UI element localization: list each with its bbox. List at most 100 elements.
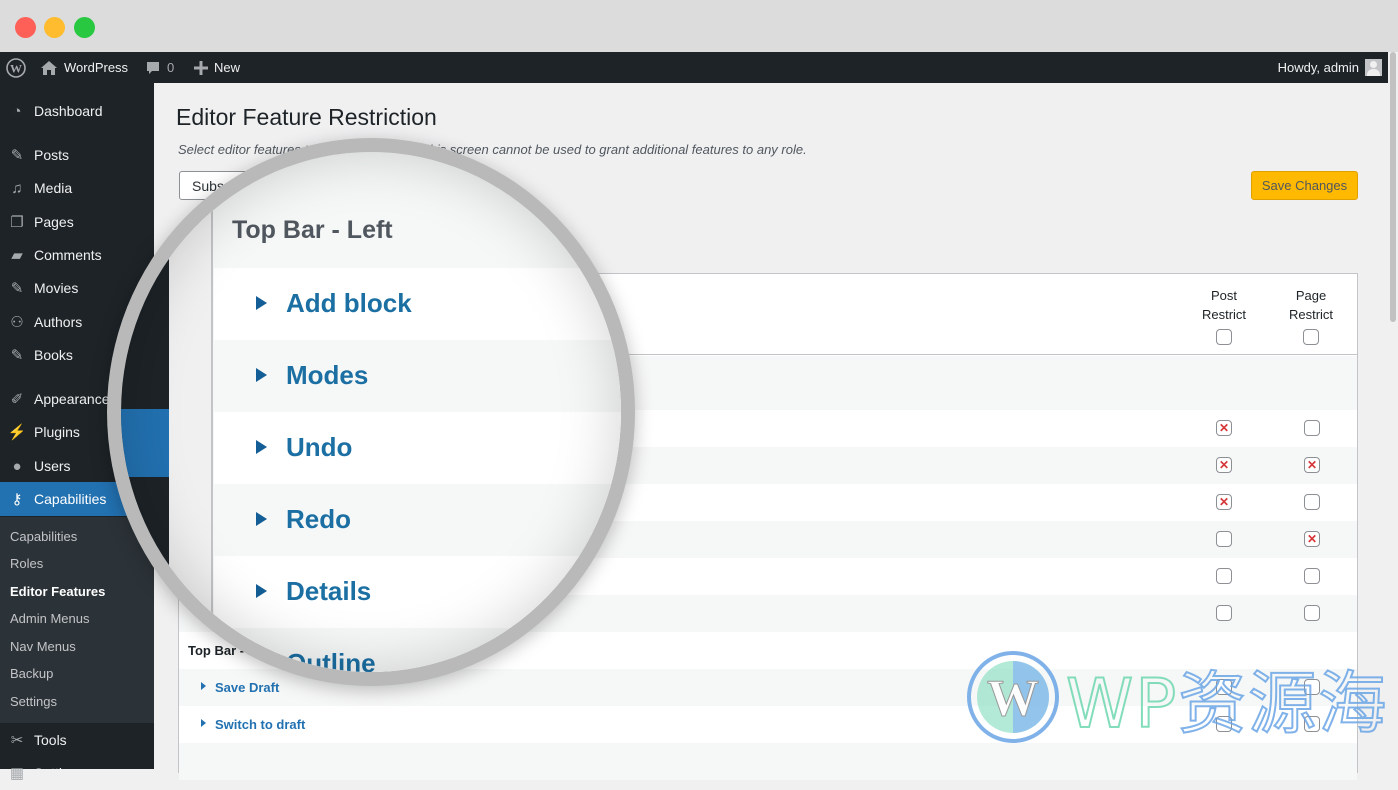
comments-count: 0 (167, 60, 175, 75)
magnified-row: Outline (214, 628, 621, 672)
watermark: W WP资源海 (966, 648, 1388, 747)
sidebar-item-label: Appearance (34, 391, 110, 407)
account-menu[interactable]: Howdy, admin (1278, 52, 1382, 83)
admin-bar: W WordPress 0 New Howdy, admin (0, 52, 1388, 83)
magnified-label: Undo (286, 432, 353, 462)
expand-arrow-icon[interactable] (201, 719, 206, 727)
close-window-button[interactable] (15, 17, 36, 38)
svg-text:W: W (10, 61, 22, 75)
magnified-row: Undo (214, 412, 621, 484)
submenu-item-roles[interactable]: Roles (10, 556, 43, 571)
post-restrict-checkbox[interactable] (1216, 531, 1232, 547)
page-restrict-checkbox[interactable] (1304, 605, 1320, 621)
column-label: Page (1295, 288, 1327, 303)
post-restrict-checkbox[interactable] (1216, 420, 1232, 436)
submenu-item-nav-menus[interactable]: Nav Menus (10, 639, 76, 654)
wordpress-logo-icon: W (6, 57, 26, 78)
watermark-text: WP资源海 (1065, 648, 1388, 747)
scrollbar-thumb[interactable] (1390, 52, 1396, 322)
pin-icon: ✎ (10, 347, 24, 364)
column-post-restrict: Post Restrict (1184, 286, 1264, 345)
sidebar-item-label: Books (34, 347, 73, 363)
magnifier-lens: Top Bar - Left Add block Modes Undo Redo… (107, 138, 635, 686)
sidebar-item-label: Plugins (34, 424, 80, 440)
key-icon: ⚷ (11, 491, 23, 508)
window-titlebar (0, 0, 1398, 52)
sidebar-item-label: Users (34, 458, 71, 474)
wordpress-watermark-logo-icon: W (967, 651, 1059, 743)
magnified-label: Details (286, 576, 372, 606)
feature-label[interactable]: Save Draft (215, 680, 279, 695)
post-restrict-checkbox[interactable] (1216, 568, 1232, 584)
howdy-text: Howdy, admin (1277, 60, 1359, 75)
maximize-window-button[interactable] (74, 17, 95, 38)
sidebar-item-tools[interactable]: ✂ Tools (0, 723, 154, 757)
media-icon: ♫ (11, 179, 23, 197)
page-restrict-checkbox[interactable] (1304, 420, 1320, 436)
page-title: Editor Feature Restriction (176, 104, 437, 130)
submenu-item-settings[interactable]: Settings (10, 694, 57, 709)
magnified-active-menu (121, 409, 169, 477)
expand-arrow-icon (256, 512, 267, 526)
column-label: Restrict (1201, 307, 1247, 322)
magnified-section-label: Top Bar - Left (232, 216, 393, 244)
sidebar-item-label: Posts (34, 147, 70, 163)
pin-icon: ✎ (10, 280, 24, 297)
expand-arrow-icon (256, 440, 267, 454)
post-restrict-checkbox[interactable] (1216, 457, 1232, 473)
site-name: WordPress (64, 60, 129, 75)
magnified-label: Add block (286, 288, 412, 318)
select-all-post-checkbox[interactable] (1216, 329, 1232, 345)
comments-link[interactable]: 0 (145, 52, 174, 83)
column-page-restrict: Page Restrict (1271, 286, 1351, 345)
sidebar-item-label: Movies (34, 280, 79, 296)
select-all-page-checkbox[interactable] (1303, 329, 1319, 345)
page-scrollbar[interactable] (1388, 52, 1398, 769)
new-content-link[interactable]: New (194, 52, 240, 83)
magnified-row: Redo (214, 484, 621, 556)
new-label: New (214, 60, 241, 75)
submenu-item-editor-features[interactable]: Editor Features (10, 584, 105, 599)
expand-arrow-icon (256, 368, 267, 382)
submenu-item-admin-menus[interactable]: Admin Menus (10, 611, 89, 626)
expand-arrow-icon (256, 584, 267, 598)
sidebar-item-label: Settings (34, 765, 85, 781)
pin-icon: ✎ (10, 147, 24, 164)
post-restrict-checkbox[interactable] (1216, 605, 1232, 621)
page-restrict-checkbox[interactable] (1304, 531, 1320, 547)
sidebar-item-label: Pages (34, 214, 74, 230)
avatar (1365, 59, 1382, 76)
table-row (179, 743, 1357, 780)
sidebar-item-label: Capabilities (34, 491, 107, 507)
magnified-gutter (169, 152, 213, 672)
plugin-icon: ⚡ (7, 424, 27, 441)
site-name-link[interactable]: WordPress (40, 52, 128, 83)
comment-bubble-icon (147, 61, 159, 74)
groups-icon: ⚇ (10, 314, 24, 331)
magnified-label: Outline (286, 648, 376, 672)
sidebar-item-settings[interactable]: ▦ Settings (0, 756, 154, 790)
sidebar-item-label: Media (34, 180, 73, 196)
column-label: Restrict (1288, 307, 1334, 322)
save-changes-button[interactable]: Save Changes (1251, 171, 1358, 200)
expand-arrow-icon[interactable] (201, 682, 206, 690)
sidebar-item-label: Tools (34, 732, 67, 748)
post-restrict-checkbox[interactable] (1216, 494, 1232, 510)
page-restrict-checkbox[interactable] (1304, 457, 1320, 473)
magnified-label: Redo (286, 504, 351, 534)
sidebar-item-dashboard[interactable]: ◔ Dashboard (0, 94, 154, 128)
pages-icon: ❐ (10, 214, 24, 231)
feature-label[interactable]: Switch to draft (215, 717, 305, 732)
minimize-window-button[interactable] (44, 17, 65, 38)
submenu-item-capabilities[interactable]: Capabilities (10, 529, 77, 544)
page-restrict-checkbox[interactable] (1304, 494, 1320, 510)
expand-arrow-icon (256, 296, 267, 310)
dashboard-icon: ◔ (12, 102, 22, 120)
magnified-row: Add block (214, 268, 621, 340)
brush-icon: ✐ (10, 391, 24, 408)
page-restrict-checkbox[interactable] (1304, 568, 1320, 584)
submenu-item-backup[interactable]: Backup (10, 666, 53, 681)
magnified-row: Modes (214, 340, 621, 412)
svg-text:W: W (987, 670, 1039, 727)
wp-logo-menu[interactable]: W (6, 52, 26, 83)
